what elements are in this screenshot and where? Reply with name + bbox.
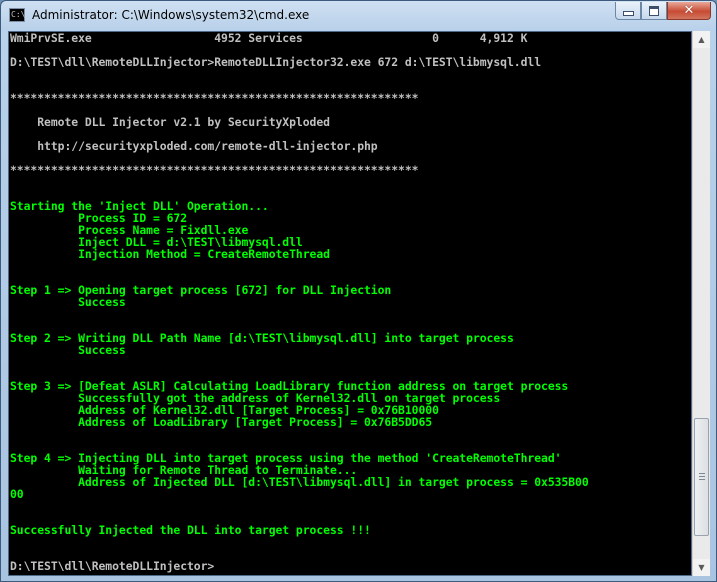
title-bar[interactable]: C:\ Administrator: C:\Windows\system32\c… (1, 1, 716, 31)
scroll-up-button[interactable]: ▲ (693, 31, 710, 48)
console-line: http://securityxploded.com/remote-dll-in… (10, 139, 378, 153)
grip-line (699, 473, 705, 474)
console-line: D:\TEST\dll\RemoteDLLInjector>RemoteDLLI… (10, 55, 542, 69)
console-line: WmiPrvSE.exe 4952 Services 0 4,912 K (10, 31, 528, 45)
console-line: Address of Injected DLL [d:\TEST\libmysq… (10, 475, 589, 489)
scroll-thumb[interactable] (694, 418, 709, 536)
vertical-scrollbar[interactable]: ▲ ▼ (692, 31, 710, 576)
grip-line (699, 479, 705, 480)
console-line: D:\TEST\dll\RemoteDLLInjector> (10, 559, 215, 573)
console-line: Success (10, 295, 126, 309)
close-button[interactable]: ✕ (667, 2, 711, 20)
console-line: Remote DLL Injector v2.1 by SecurityXplo… (10, 115, 330, 129)
arrow-up-icon: ▲ (698, 35, 705, 44)
command-prompt-icon[interactable]: C:\ (9, 8, 25, 22)
console-line: Address of LoadLibrary [Target Process] … (10, 415, 433, 429)
close-icon: ✕ (683, 3, 695, 18)
caption-buttons: ✕ (615, 2, 711, 20)
maximize-button[interactable] (641, 2, 667, 20)
console-output[interactable]: WmiPrvSE.exe 4952 Services 0 4,912 K D:\T… (8, 31, 692, 576)
maximize-icon (649, 5, 659, 16)
scroll-down-button[interactable]: ▼ (693, 559, 710, 576)
console-window: C:\ Administrator: C:\Windows\system32\c… (0, 0, 717, 582)
console-line: Injection Method = CreateRemoteThread (10, 247, 330, 261)
grip-line (699, 476, 705, 477)
minimize-button[interactable] (615, 2, 641, 20)
console-line: ****************************************… (10, 163, 419, 177)
console-line: Successfully Injected the DLL into targe… (10, 523, 371, 537)
console-line: ****************************************… (10, 91, 419, 105)
minimize-icon (622, 11, 634, 16)
arrow-down-icon: ▼ (698, 563, 705, 572)
window-title: Administrator: C:\Windows\system32\cmd.e… (32, 8, 310, 22)
console-line: Success (10, 343, 126, 357)
console-lines: WmiPrvSE.exe 4952 Services 0 4,912 K D:\T… (10, 32, 589, 572)
console-line: 00 (10, 487, 24, 501)
